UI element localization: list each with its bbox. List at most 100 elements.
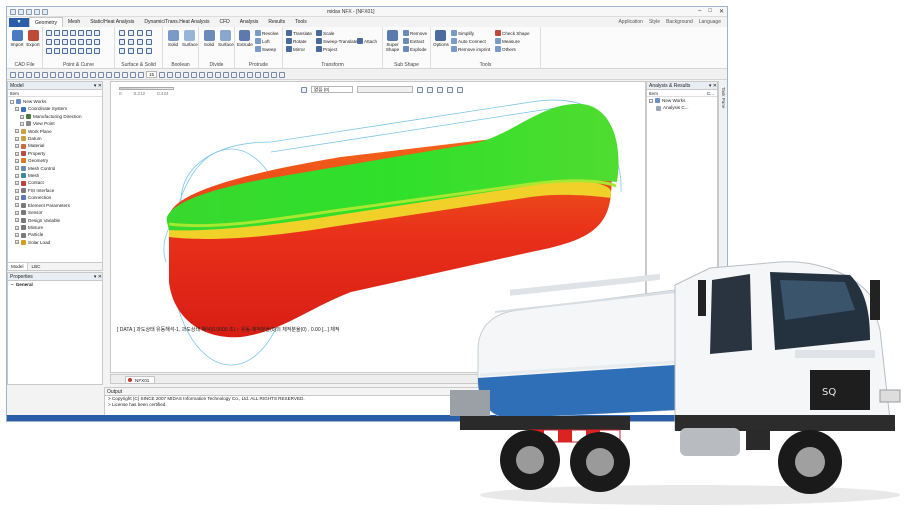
polygon-select-icon[interactable] — [42, 71, 48, 78]
view-top-icon[interactable] — [58, 71, 64, 78]
thicken-icon[interactable] — [128, 48, 134, 54]
grid-icon[interactable] — [255, 71, 262, 78]
spline-icon[interactable] — [86, 30, 92, 36]
minimize-button[interactable]: – — [698, 8, 701, 15]
circle-icon[interactable] — [70, 48, 76, 54]
undo-icon[interactable] — [34, 9, 40, 15]
sweep-translate-button[interactable]: Sweep-Translate — [316, 38, 358, 44]
model-tree-item[interactable]: − New Works — [10, 98, 102, 105]
extract-button[interactable]: Extract — [403, 38, 424, 44]
chamfer-icon[interactable] — [146, 48, 152, 54]
arc-icon[interactable] — [62, 48, 68, 54]
tab-model[interactable]: Model — [8, 263, 28, 270]
project-curve-icon[interactable] — [86, 39, 92, 45]
model-tree-item[interactable]: + Mesh — [10, 172, 102, 179]
revolve-button[interactable]: Revolve — [255, 30, 279, 36]
model-tree-item[interactable]: + Work Plane — [10, 128, 102, 135]
expand-toggle-icon[interactable]: + — [20, 114, 24, 119]
redo-icon[interactable] — [42, 9, 48, 15]
divide-solid-button[interactable]: Solid — [202, 30, 216, 47]
view-side-icon[interactable] — [66, 71, 72, 78]
extend-icon[interactable] — [54, 39, 60, 45]
fill-surface-icon[interactable] — [146, 39, 152, 45]
rectangle-icon[interactable] — [94, 48, 100, 54]
shell-icon[interactable] — [119, 48, 125, 54]
split-icon[interactable] — [94, 39, 100, 45]
expand-toggle-icon[interactable]: − — [10, 99, 14, 104]
legend-icon[interactable] — [239, 71, 246, 78]
tab-analysis[interactable]: Analysis — [235, 17, 264, 27]
section-icon[interactable] — [223, 71, 230, 78]
polyline-icon[interactable] — [78, 48, 84, 54]
tab-tools[interactable]: Tools — [290, 17, 312, 27]
expand-toggle-icon[interactable]: + — [15, 144, 19, 149]
light-icon[interactable] — [207, 71, 214, 78]
tab-geometry[interactable]: Geometry — [29, 16, 63, 28]
model-tree-item[interactable]: + Contact — [10, 179, 102, 186]
model-tree-item[interactable]: + Connection — [10, 194, 102, 201]
polyline-icon[interactable] — [78, 30, 84, 36]
expand-toggle-icon[interactable]: + — [15, 151, 19, 156]
expand-toggle-icon[interactable]: + — [15, 181, 19, 186]
options-button[interactable]: Options — [433, 30, 449, 47]
display-icon[interactable] — [191, 71, 198, 78]
save-icon[interactable] — [26, 9, 32, 15]
arc-icon[interactable] — [62, 30, 68, 36]
offset-icon[interactable] — [70, 39, 76, 45]
mirror-button[interactable]: Mirror — [286, 46, 305, 52]
expand-toggle-icon[interactable]: + — [15, 188, 19, 193]
rotate-button[interactable]: Rotate — [286, 38, 307, 44]
expand-toggle-icon[interactable]: + — [15, 107, 19, 112]
tab-results[interactable]: Results — [263, 17, 290, 27]
wedge-icon[interactable] — [128, 39, 134, 45]
model-tree-item[interactable]: + Design Variable — [10, 217, 102, 224]
loft-button[interactable]: Loft — [255, 38, 270, 44]
simplify-button[interactable]: Simplify — [451, 30, 474, 36]
pin-icon[interactable]: ▾ ✕ — [94, 273, 102, 280]
cylinder-icon[interactable] — [128, 30, 134, 36]
expand-toggle-icon[interactable]: + — [15, 218, 19, 223]
model-tree-item[interactable]: + Mixture — [10, 224, 102, 231]
fillet-solid-icon[interactable] — [137, 48, 143, 54]
project-button[interactable]: Project — [316, 46, 337, 52]
axis-icon[interactable] — [263, 71, 270, 78]
select-icon[interactable] — [10, 71, 16, 78]
rotation-step-field[interactable]: 15 — [146, 71, 158, 78]
super-shape-button[interactable]: Super Shape — [385, 30, 400, 52]
wireframe-icon[interactable] — [175, 71, 182, 78]
refresh-icon[interactable] — [159, 71, 166, 78]
intersect-icon[interactable] — [78, 39, 84, 45]
model-tree-item[interactable]: + Datum — [10, 135, 102, 142]
tab-static-heat-analysis[interactable]: Static/Heat Analysis — [85, 17, 139, 27]
pin-icon[interactable]: ▾ ✕ — [94, 82, 102, 89]
scale-button[interactable]: Scale — [316, 30, 335, 36]
explode-button[interactable]: Explode — [403, 46, 427, 52]
model-tree-item[interactable]: + Manufacturing Direction — [10, 113, 102, 120]
expand-toggle-icon[interactable]: + — [15, 166, 19, 171]
point-icon[interactable] — [46, 48, 52, 54]
plane-surface-icon[interactable] — [137, 39, 143, 45]
expand-toggle-icon[interactable]: + — [15, 203, 19, 208]
expand-toggle-icon[interactable]: + — [15, 136, 19, 141]
model-tree-item[interactable]: + Solar Load — [10, 239, 102, 246]
analysis-tree-case[interactable]: Analysis C... — [647, 104, 717, 111]
background-menu[interactable]: Background — [666, 17, 693, 27]
cone-icon[interactable] — [146, 30, 152, 36]
box-icon[interactable] — [119, 30, 125, 36]
expand-toggle-icon[interactable]: + — [15, 173, 19, 178]
trim-icon[interactable] — [46, 39, 52, 45]
language-menu[interactable]: Language — [699, 17, 721, 27]
line-icon[interactable] — [54, 48, 60, 54]
expand-toggle-icon[interactable]: + — [15, 129, 19, 134]
zoom-icon[interactable] — [98, 71, 104, 78]
boolean-surface-button[interactable]: Surface — [182, 30, 198, 47]
sphere-icon[interactable] — [137, 30, 143, 36]
model-tree-item[interactable]: + Coordinate System — [10, 105, 102, 112]
capture-icon[interactable] — [271, 71, 278, 78]
arrow-right-icon[interactable] — [122, 71, 128, 78]
perspective-icon[interactable] — [215, 71, 222, 78]
point-icon[interactable] — [46, 30, 52, 36]
close-button[interactable]: ✕ — [719, 8, 724, 15]
rectangle-icon[interactable] — [94, 30, 100, 36]
expand-toggle-icon[interactable]: + — [15, 195, 19, 200]
